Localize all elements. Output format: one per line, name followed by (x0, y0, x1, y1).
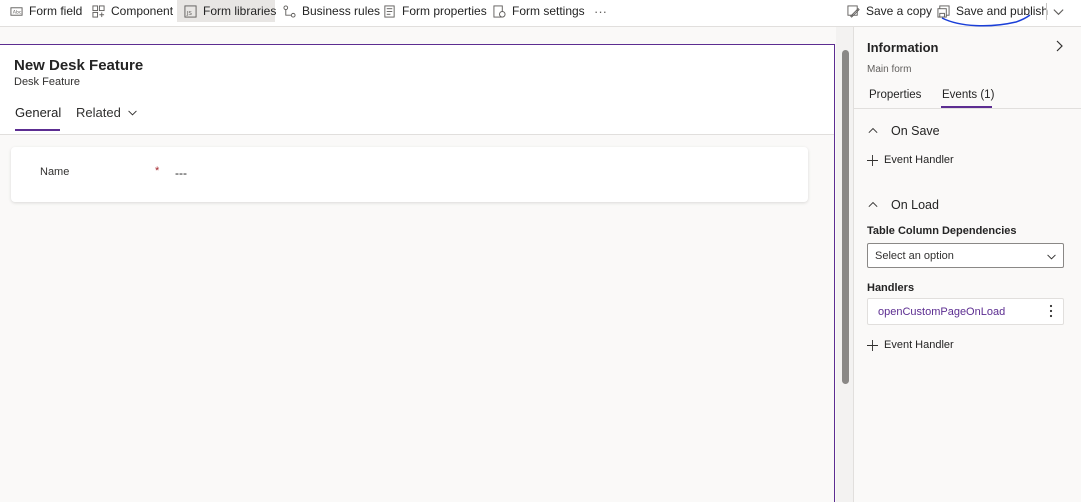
form-canvas: New Desk Feature Desk Feature General Re… (0, 44, 835, 502)
handlers-label: Handlers (867, 282, 915, 294)
on-load-section-toggle[interactable]: On Load (868, 198, 939, 212)
component-label: Component (111, 4, 174, 18)
chevron-right-icon[interactable] (1052, 39, 1066, 53)
tab-related[interactable]: Related (76, 105, 138, 120)
business-rules-icon (283, 4, 296, 18)
toolbar-divider (1046, 3, 1047, 20)
panel-subtitle: Main form (867, 64, 912, 75)
properties-panel: Information Main form Properties Events … (854, 27, 1081, 502)
form-properties-icon (384, 4, 395, 18)
form-section: Name * --- (11, 147, 808, 202)
form-field-button[interactable]: Abc Form field (10, 0, 82, 22)
more-icon: ··· (594, 3, 607, 19)
form-settings-button[interactable]: Form settings (493, 0, 585, 22)
form-field-label: Form field (29, 4, 83, 18)
form-settings-label: Form settings (512, 4, 585, 18)
dependencies-label: Table Column Dependencies (867, 225, 1017, 237)
tab-general-label: General (15, 105, 62, 120)
handler-name[interactable]: openCustomPageOnLoad (878, 306, 1005, 318)
form-subtitle: Desk Feature (14, 76, 81, 88)
add-handler-label: Event Handler (884, 154, 954, 166)
add-handler-label: Event Handler (884, 339, 954, 351)
name-field-input[interactable]: --- (175, 166, 187, 180)
more-commands-button[interactable]: ··· (594, 0, 607, 22)
dropdown-placeholder: Select an option (875, 250, 954, 262)
required-marker: * (155, 165, 160, 177)
on-save-section-toggle[interactable]: On Save (868, 124, 940, 138)
on-load-heading: On Load (891, 198, 939, 212)
business-rules-label: Business rules (302, 4, 381, 18)
tab-properties[interactable]: Properties (869, 89, 921, 101)
on-save-heading: On Save (891, 124, 940, 138)
tab-general[interactable]: General (15, 105, 61, 120)
component-button[interactable]: Component (92, 0, 173, 22)
save-copy-label: Save a copy (866, 4, 933, 18)
form-libraries-button[interactable]: JS Form libraries (177, 0, 277, 22)
command-bar: Abc Form field Component JS Form librari… (0, 0, 1081, 27)
save-copy-button[interactable]: Save a copy (847, 0, 932, 22)
add-on-save-handler-button[interactable]: Event Handler (867, 154, 954, 166)
plus-icon (867, 154, 878, 166)
dependencies-dropdown[interactable]: Select an option (867, 243, 1064, 268)
form-properties-button[interactable]: Form properties (383, 0, 487, 22)
tab-related-label: Related (76, 105, 121, 120)
tab-events-label: Events (1) (942, 89, 995, 101)
svg-text:Abc: Abc (13, 9, 22, 15)
add-on-load-handler-button[interactable]: Event Handler (867, 339, 954, 351)
form-field-icon: Abc (10, 6, 23, 16)
tab-properties-label: Properties (869, 89, 922, 101)
handler-item[interactable]: openCustomPageOnLoad (867, 298, 1064, 325)
chevron-up-icon (868, 127, 878, 133)
chevron-down-icon (128, 110, 137, 116)
panel-tabs-divider (854, 108, 1081, 109)
chevron-down-icon (1053, 8, 1064, 15)
business-rules-button[interactable]: Business rules (283, 0, 380, 22)
form-properties-label: Form properties (402, 4, 487, 18)
canvas-scrollbar-thumb[interactable] (842, 50, 849, 384)
form-title: New Desk Feature (14, 57, 144, 74)
component-icon (92, 4, 105, 18)
more-vertical-icon[interactable] (1049, 304, 1053, 318)
chevron-down-icon (1047, 254, 1056, 260)
tab-selected-indicator (15, 129, 60, 131)
plus-icon (867, 339, 878, 351)
form-settings-icon (493, 4, 506, 18)
panel-title: Information (867, 40, 939, 55)
chevron-up-icon (868, 201, 878, 207)
form-libraries-label: Form libraries (203, 4, 277, 18)
save-copy-icon (847, 4, 860, 18)
form-libraries-icon: JS (184, 4, 197, 18)
save-options-dropdown[interactable] (1052, 0, 1065, 22)
svg-text:JS: JS (186, 11, 193, 17)
name-field-label: Name (40, 166, 70, 178)
form-header: New Desk Feature Desk Feature General Re… (0, 45, 834, 135)
tab-events[interactable]: Events (1) (942, 89, 994, 101)
